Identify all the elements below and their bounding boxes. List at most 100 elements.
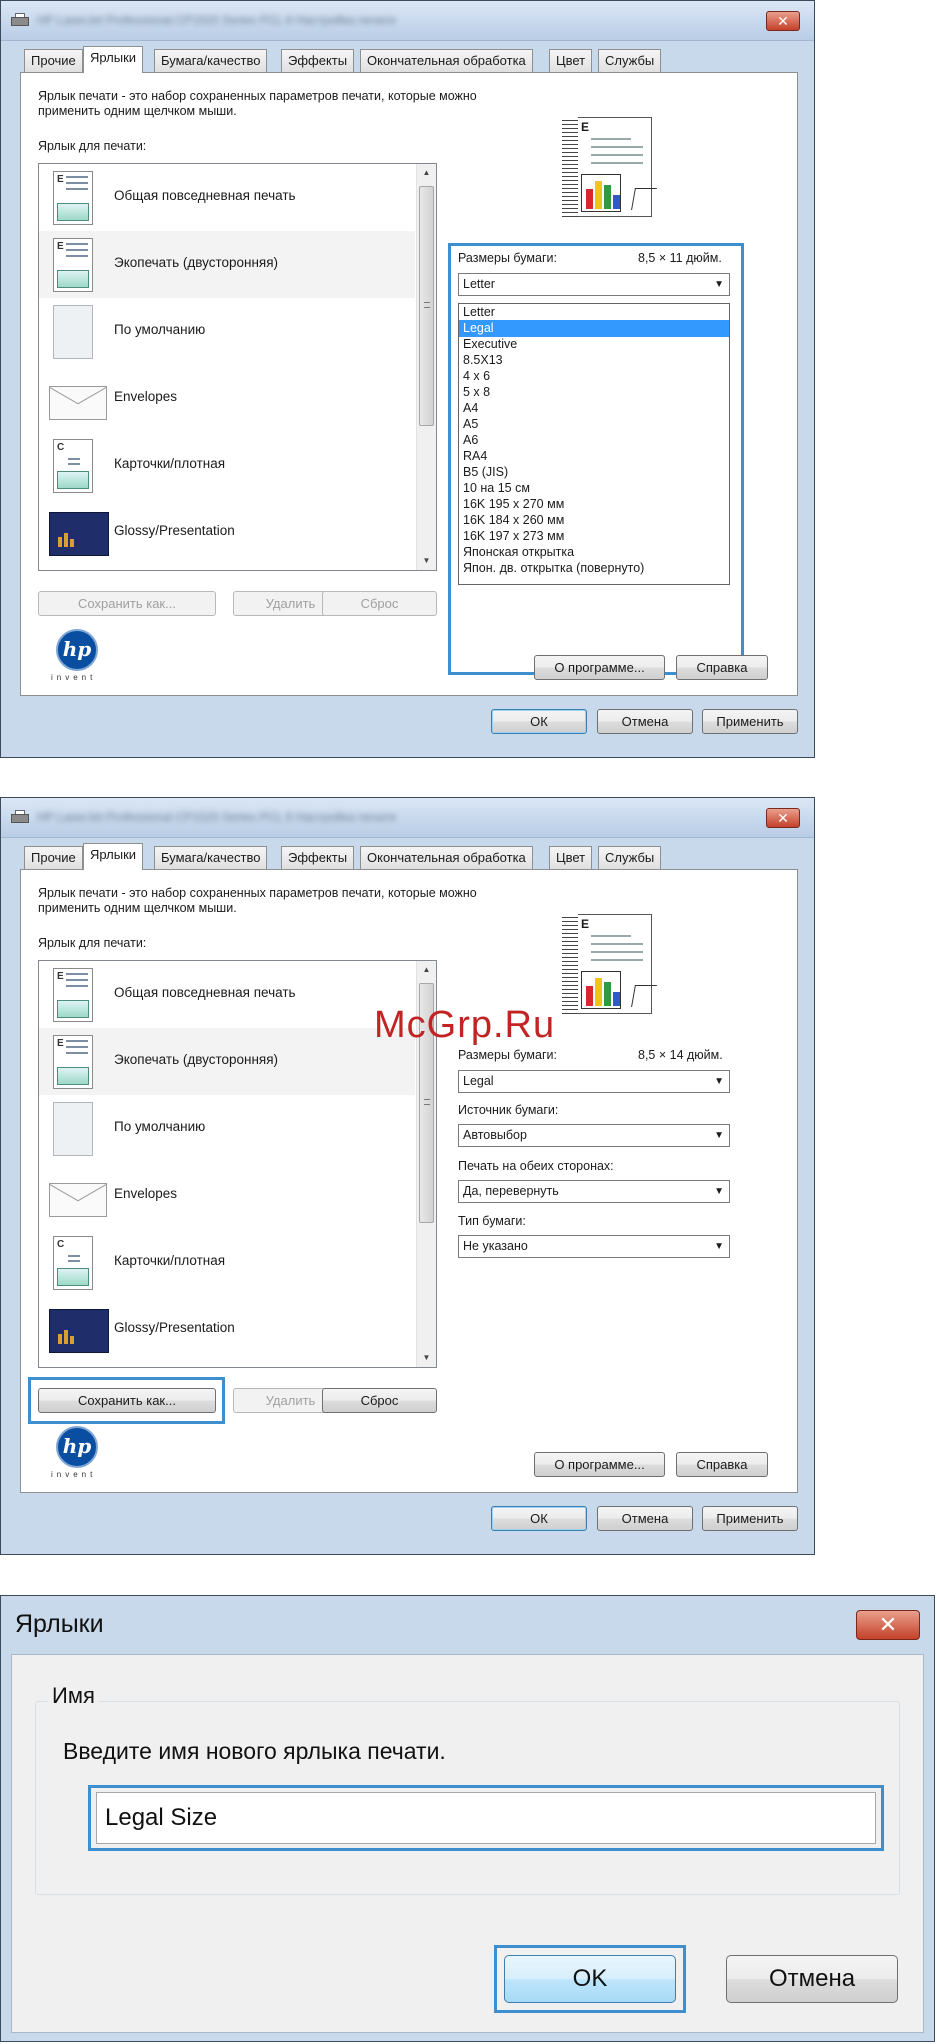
envelope-icon xyxy=(49,1169,107,1223)
title-bar: HP LaserJet Professional CP1520 Series P… xyxy=(1,798,814,838)
tab-finishing[interactable]: Окончательная обработка xyxy=(360,49,533,72)
list-item-label: Экопечать (двусторонняя) xyxy=(114,255,279,270)
list-item-label: Envelopes xyxy=(114,389,178,404)
save-as-button[interactable]: Сохранить как... xyxy=(38,591,216,616)
tab-color[interactable]: Цвет xyxy=(549,846,593,869)
scroll-down-icon[interactable]: ▼ xyxy=(417,552,436,570)
close-button[interactable]: ✕ xyxy=(766,11,800,31)
shortcut-name-dialog: Ярлыки ✕ Имя Введите имя нового ярлыка п… xyxy=(0,1595,935,2042)
printer-properties-window-2: HP LaserJet Professional CP1520 Series P… xyxy=(0,797,815,1555)
cancel-button[interactable]: Отмена xyxy=(597,709,693,734)
duplex-document-icon: E xyxy=(49,238,97,292)
list-item[interactable]: Glossy/Presentation xyxy=(39,499,415,566)
card-icon: C xyxy=(49,439,97,493)
list-item[interactable]: E Экопечать (двусторонняя) xyxy=(39,231,415,298)
list-item-label: По умолчанию xyxy=(114,1119,206,1134)
dialog-title: Ярлыки xyxy=(15,1610,104,1638)
list-item[interactable]: E Экопечать (двусторонняя) xyxy=(39,1028,415,1095)
tab-paper-quality[interactable]: Бумага/качество xyxy=(154,846,268,869)
document-picture-icon: E xyxy=(49,968,97,1022)
cancel-button[interactable]: Отмена xyxy=(597,1506,693,1531)
help-button[interactable]: Справка xyxy=(676,1452,768,1477)
tab-panel: Ярлык печати - это набор сохраненных пар… xyxy=(20,869,798,1493)
name-prompt: Введите имя нового ярлыка печати. xyxy=(63,1738,446,1764)
list-item[interactable]: По умолчанию xyxy=(39,1095,415,1162)
tab-services[interactable]: Службы xyxy=(598,846,662,869)
hp-logo: hp invent xyxy=(47,629,109,684)
ok-button[interactable]: ОК xyxy=(491,1506,587,1531)
paper-source-select[interactable]: Автовыбор ▼ xyxy=(458,1124,730,1147)
tab-services[interactable]: Службы xyxy=(598,49,662,72)
tab-effects[interactable]: Эффекты xyxy=(281,846,355,869)
watermark: McGrp.Ru xyxy=(374,1004,556,1046)
reset-button[interactable]: Сброс xyxy=(322,591,437,616)
printer-properties-window-1: HP LaserJet Professional CP1520 Series P… xyxy=(0,0,815,758)
duplex-select[interactable]: Да, перевернуть ▼ xyxy=(458,1180,730,1203)
tab-shortcuts[interactable]: Ярлыки xyxy=(83,46,144,73)
list-item[interactable]: По умолчанию xyxy=(39,298,415,365)
apply-button[interactable]: Применить xyxy=(702,709,798,734)
list-item-label: По умолчанию xyxy=(114,322,206,337)
close-button[interactable]: ✕ xyxy=(766,808,800,828)
document-picture-icon: E xyxy=(49,171,97,225)
scroll-up-icon[interactable]: ▲ xyxy=(417,164,436,182)
printer-icon xyxy=(11,13,29,27)
list-item-label: Общая повседневная печать xyxy=(114,188,296,203)
reset-button[interactable]: Сброс xyxy=(322,1388,437,1413)
list-item-label: Glossy/Presentation xyxy=(114,1320,235,1335)
paper-size-callout xyxy=(448,243,744,675)
tab-finishing[interactable]: Окончательная обработка xyxy=(360,846,533,869)
list-item-label: Экопечать (двусторонняя) xyxy=(114,1052,279,1067)
chevron-down-icon: ▼ xyxy=(714,1076,724,1087)
tab-panel: Ярлык печати - это набор сохраненных пар… xyxy=(20,72,798,696)
apply-button[interactable]: Применить xyxy=(702,1506,798,1531)
paper-type-select[interactable]: Не указано ▼ xyxy=(458,1235,730,1258)
tab-effects[interactable]: Эффекты xyxy=(281,49,355,72)
ok-button[interactable]: ОК xyxy=(491,709,587,734)
close-button[interactable]: ✕ xyxy=(856,1610,920,1640)
tab-other[interactable]: Прочие xyxy=(24,846,83,869)
about-button[interactable]: О программе... xyxy=(534,655,665,680)
list-item[interactable]: Envelopes xyxy=(39,365,415,432)
paper-source-label: Источник бумаги: xyxy=(458,1103,559,1117)
paper-size-select[interactable]: Legal ▼ xyxy=(458,1070,730,1093)
list-item-label: Общая повседневная печать xyxy=(114,985,296,1000)
list-item-label: Карточки/плотная xyxy=(114,456,226,471)
presentation-icon xyxy=(49,506,109,560)
list-item[interactable]: E Общая повседневная печать xyxy=(39,961,415,1028)
document-preview-icon: E xyxy=(562,910,672,1024)
about-button[interactable]: О программе... xyxy=(534,1452,665,1477)
list-item[interactable]: Glossy/Presentation xyxy=(39,1296,415,1363)
description-text: Ярлык печати - это набор сохраненных пар… xyxy=(38,886,477,915)
ok-button-callout xyxy=(494,1945,686,2013)
list-item[interactable]: Envelopes xyxy=(39,1162,415,1229)
tab-other[interactable]: Прочие xyxy=(24,49,83,72)
name-input-callout xyxy=(88,1785,884,1851)
scroll-down-icon[interactable]: ▼ xyxy=(417,1349,436,1367)
name-group-label: Имя xyxy=(48,1683,99,1709)
duplex-document-icon: E xyxy=(49,1035,97,1089)
scroll-up-icon[interactable]: ▲ xyxy=(417,961,436,979)
list-item-label: Envelopes xyxy=(114,1186,178,1201)
tab-paper-quality[interactable]: Бумага/качество xyxy=(154,49,268,72)
shortcuts-list[interactable]: E Общая повседневная печать E Экопечать … xyxy=(38,163,437,571)
list-scrollbar[interactable]: ▲ ▼ xyxy=(416,164,436,570)
cancel-button[interactable]: Отмена xyxy=(726,1955,898,2003)
blank-page-icon xyxy=(49,1102,97,1156)
envelope-icon xyxy=(49,372,107,426)
document-preview-icon: E xyxy=(562,113,672,227)
list-item[interactable]: C Карточки/плотная xyxy=(39,1229,415,1296)
scroll-thumb[interactable] xyxy=(419,186,434,426)
dialog-body: Имя Введите имя нового ярлыка печати. Le… xyxy=(11,1654,924,2033)
tab-shortcuts[interactable]: Ярлыки xyxy=(83,843,144,870)
title-bar: HP LaserJet Professional CP1520 Series P… xyxy=(1,1,814,41)
paper-type-label: Тип бумаги: xyxy=(458,1214,526,1228)
window-title: HP LaserJet Professional CP1520 Series P… xyxy=(37,13,396,27)
help-button[interactable]: Справка xyxy=(676,655,768,680)
chevron-down-icon: ▼ xyxy=(714,1130,724,1141)
tab-color[interactable]: Цвет xyxy=(549,49,593,72)
paper-size-label: Размеры бумаги: xyxy=(458,1048,557,1062)
chevron-down-icon: ▼ xyxy=(714,1186,724,1197)
list-item[interactable]: C Карточки/плотная xyxy=(39,432,415,499)
list-item[interactable]: E Общая повседневная печать xyxy=(39,164,415,231)
